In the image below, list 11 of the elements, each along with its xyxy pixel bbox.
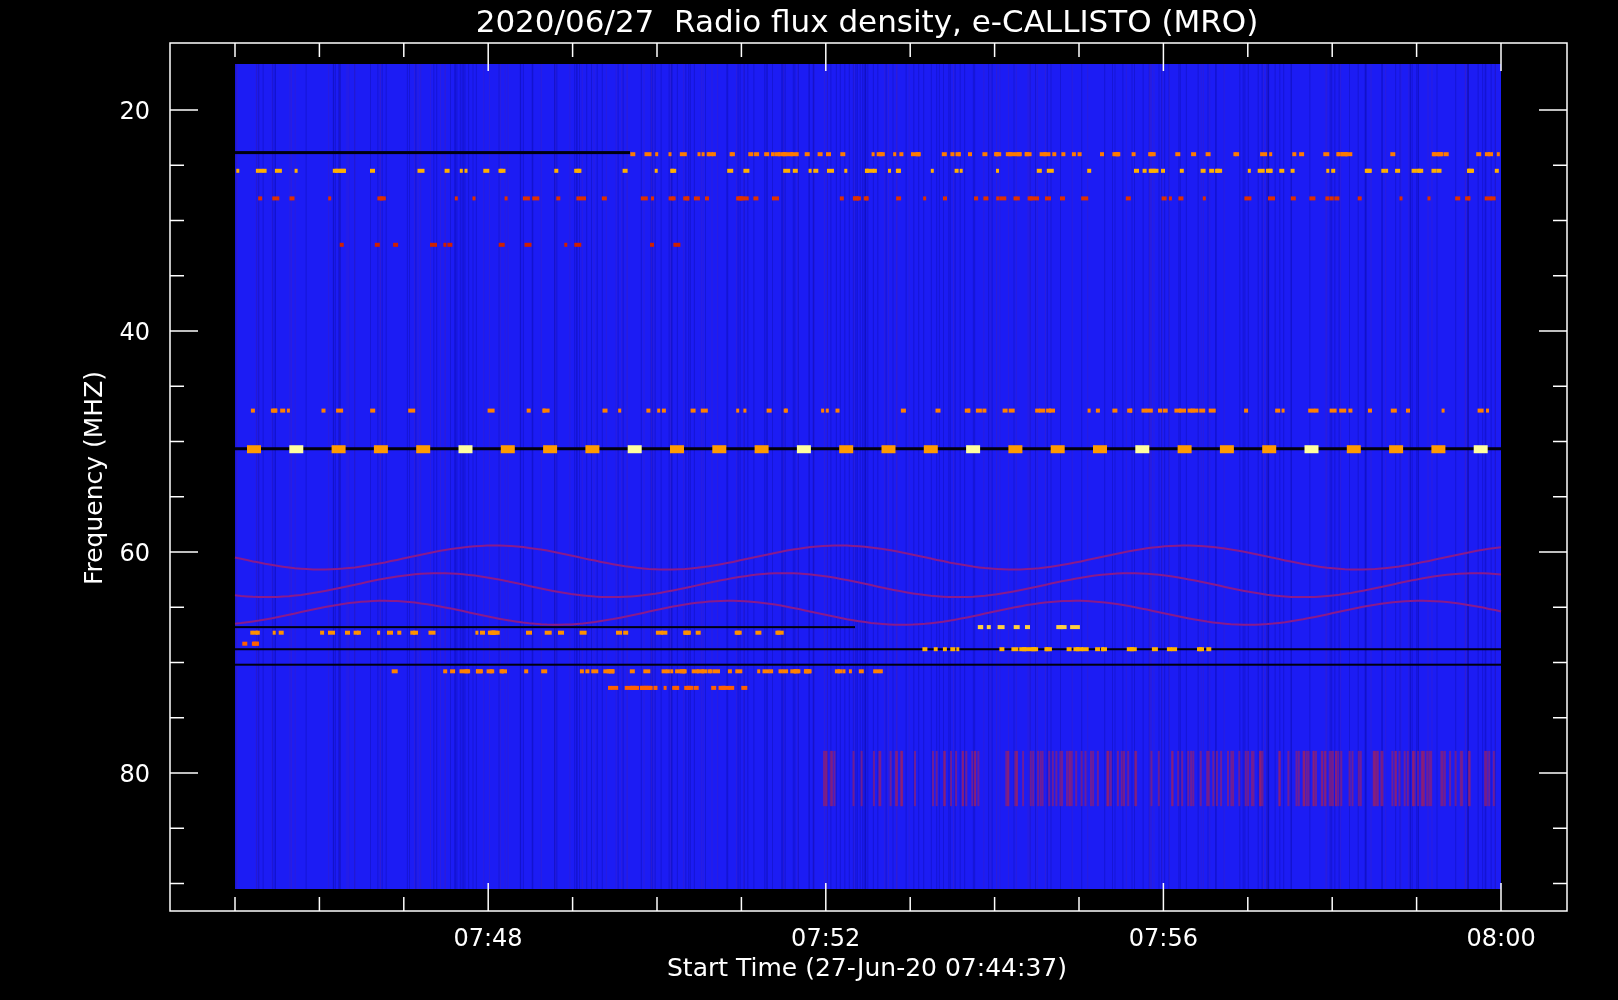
tick-label: 07:56 (1128, 924, 1198, 952)
tick-label: 80 (119, 760, 150, 788)
tick-label: 20 (119, 97, 150, 125)
axis-label: Frequency (MHZ) (79, 370, 108, 586)
tick-label: 07:52 (791, 924, 861, 952)
tick-label: 60 (119, 539, 150, 567)
tick-label: 40 (119, 318, 150, 346)
chart-title: 2020/06/27 Radio flux density, e-CALLISTO (MRO) (475, 3, 1259, 39)
tick-label: 07:48 (453, 924, 523, 952)
axis-label: Start Time (27-Jun-20 07:44:37) (667, 953, 1067, 982)
tick-label: 08:00 (1466, 924, 1536, 952)
